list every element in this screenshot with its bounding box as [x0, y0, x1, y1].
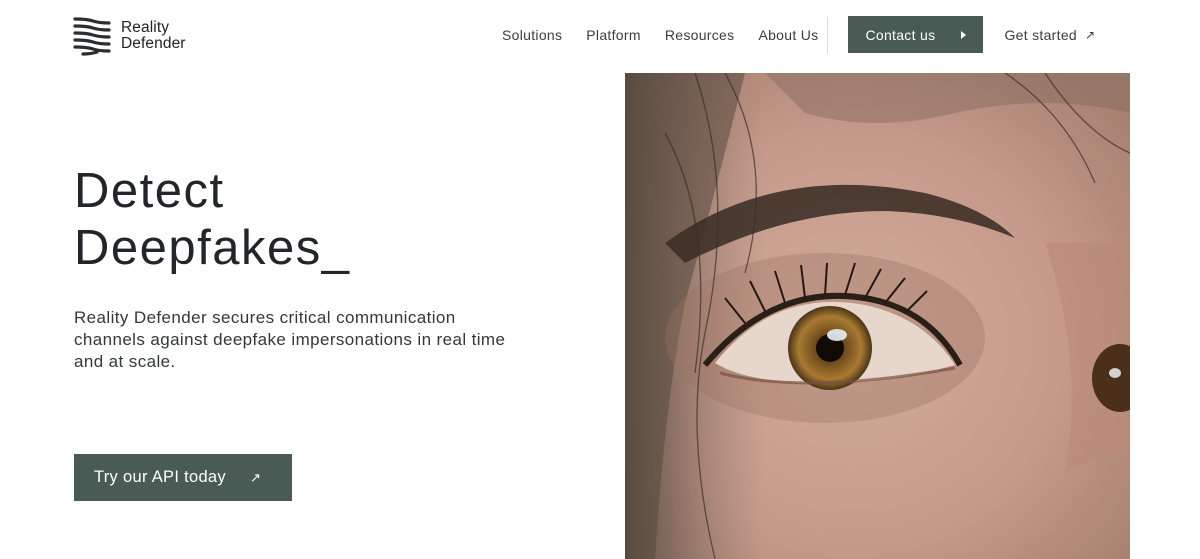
logo-mark-icon — [73, 17, 111, 56]
hero-title-line-1: Detect — [74, 164, 225, 218]
hero-description: Reality Defender secures critical commun… — [74, 308, 506, 371]
nav-item-about-us[interactable]: About Us — [758, 27, 818, 43]
hero-title: Detect Deepfakes_ — [74, 163, 351, 277]
logo-wordmark: Reality Defender — [121, 20, 186, 52]
logo-line-1: Reality — [121, 19, 170, 36]
nav-item-platform[interactable]: Platform — [586, 27, 641, 43]
eye-photo-illustration — [625, 73, 1130, 559]
get-started-link[interactable]: Get started ↗ — [1004, 27, 1095, 43]
logo-link[interactable]: Reality Defender — [73, 16, 186, 56]
try-api-button[interactable]: Try our API today ↗ — [74, 454, 292, 501]
try-api-label: Try our API today — [94, 468, 226, 486]
contact-us-label: Contact us — [865, 26, 936, 43]
nav-item-resources[interactable]: Resources — [665, 27, 735, 43]
caret-right-icon — [961, 30, 967, 39]
hero-title-line-2: Deepfakes_ — [74, 221, 351, 275]
main-nav: Solutions Platform Resources About Us Co… — [502, 16, 1119, 53]
nav-item-solutions[interactable]: Solutions — [502, 27, 562, 43]
logo-line-2: Defender — [121, 35, 186, 52]
get-started-label: Get started — [1004, 26, 1078, 43]
arrow-up-right-icon: ↗ — [1085, 27, 1096, 42]
arrow-up-right-icon: ↗ — [249, 470, 262, 485]
contact-us-button[interactable]: Contact us — [848, 16, 984, 53]
nav-divider — [827, 16, 829, 53]
hero-eye-photo — [625, 73, 1130, 559]
